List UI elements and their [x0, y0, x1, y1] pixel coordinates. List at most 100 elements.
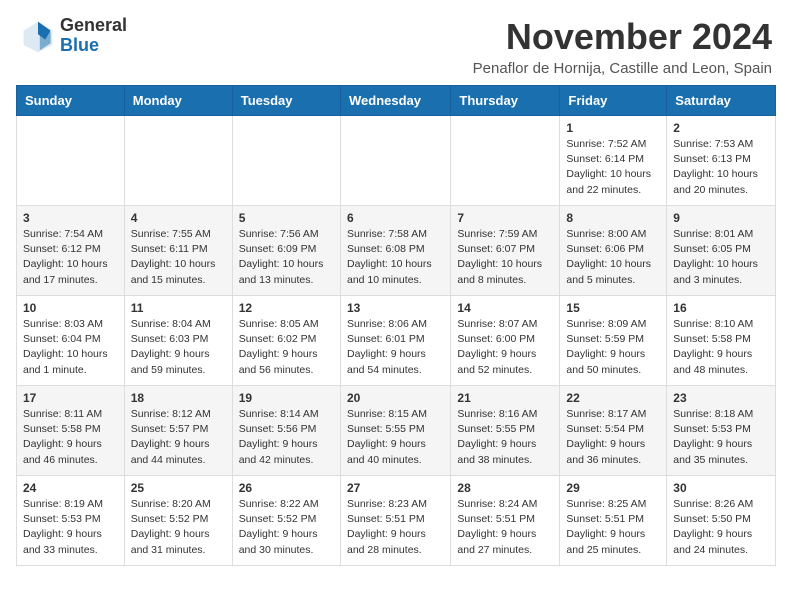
weekday-header-thursday: Thursday — [451, 86, 560, 116]
day-info: Sunrise: 7:52 AM Sunset: 6:14 PM Dayligh… — [566, 137, 660, 198]
day-info: Sunrise: 8:11 AM Sunset: 5:58 PM Dayligh… — [23, 407, 118, 468]
calendar-day-16: 16 Sunrise: 8:10 AM Sunset: 5:58 PM Dayli… — [667, 296, 776, 386]
calendar-day-14: 14 Sunrise: 8:07 AM Sunset: 6:00 PM Dayli… — [451, 296, 560, 386]
empty-day-cell — [232, 116, 340, 206]
calendar-day-27: 27 Sunrise: 8:23 AM Sunset: 5:51 PM Dayli… — [340, 476, 450, 566]
calendar-week-row: 10Sunrise: 8:03 AM Sunset: 6:04 PM Dayli… — [17, 296, 776, 386]
calendar-day-28: 28 Sunrise: 8:24 AM Sunset: 5:51 PM Dayli… — [451, 476, 560, 566]
calendar-week-row: 17 Sunrise: 8:11 AM Sunset: 5:58 PM Dayli… — [17, 386, 776, 476]
day-info: Sunrise: 8:07 AM Sunset: 6:00 PM Dayligh… — [457, 317, 553, 378]
day-number: 29 — [566, 481, 660, 495]
empty-day-cell — [451, 116, 560, 206]
day-info: Sunrise: 8:00 AM Sunset: 6:06 PM Dayligh… — [566, 227, 660, 288]
day-number: 23 — [673, 391, 769, 405]
calendar-day-12: 12Sunrise: 8:05 AM Sunset: 6:02 PM Dayli… — [232, 296, 340, 386]
logo: General Blue — [20, 16, 127, 56]
day-number: 28 — [457, 481, 553, 495]
day-info: Sunrise: 8:10 AM Sunset: 5:58 PM Dayligh… — [673, 317, 769, 378]
calendar-day-22: 22Sunrise: 8:17 AM Sunset: 5:54 PM Dayli… — [560, 386, 667, 476]
calendar-day-13: 13 Sunrise: 8:06 AM Sunset: 6:01 PM Dayli… — [340, 296, 450, 386]
day-info: Sunrise: 8:15 AM Sunset: 5:55 PM Dayligh… — [347, 407, 444, 468]
day-number: 7 — [457, 211, 553, 225]
day-number: 17 — [23, 391, 118, 405]
calendar-day-10: 10Sunrise: 8:03 AM Sunset: 6:04 PM Dayli… — [17, 296, 125, 386]
day-info: Sunrise: 8:22 AM Sunset: 5:52 PM Dayligh… — [239, 497, 334, 558]
day-number: 19 — [239, 391, 334, 405]
day-info: Sunrise: 8:14 AM Sunset: 5:56 PM Dayligh… — [239, 407, 334, 468]
day-info: Sunrise: 8:01 AM Sunset: 6:05 PM Dayligh… — [673, 227, 769, 288]
calendar-day-1: 1Sunrise: 7:52 AM Sunset: 6:14 PM Daylig… — [560, 116, 667, 206]
day-number: 24 — [23, 481, 118, 495]
day-info: Sunrise: 8:26 AM Sunset: 5:50 PM Dayligh… — [673, 497, 769, 558]
day-number: 9 — [673, 211, 769, 225]
day-number: 21 — [457, 391, 553, 405]
calendar-day-24: 24 Sunrise: 8:19 AM Sunset: 5:53 PM Dayli… — [17, 476, 125, 566]
calendar-day-15: 15Sunrise: 8:09 AM Sunset: 5:59 PM Dayli… — [560, 296, 667, 386]
day-info: Sunrise: 8:06 AM Sunset: 6:01 PM Dayligh… — [347, 317, 444, 378]
day-number: 5 — [239, 211, 334, 225]
day-number: 2 — [673, 121, 769, 135]
day-info: Sunrise: 8:19 AM Sunset: 5:53 PM Dayligh… — [23, 497, 118, 558]
day-info: Sunrise: 7:59 AM Sunset: 6:07 PM Dayligh… — [457, 227, 553, 288]
day-info: Sunrise: 8:09 AM Sunset: 5:59 PM Dayligh… — [566, 317, 660, 378]
calendar-week-row: 3 Sunrise: 7:54 AM Sunset: 6:12 PM Daylig… — [17, 206, 776, 296]
calendar-day-26: 26Sunrise: 8:22 AM Sunset: 5:52 PM Dayli… — [232, 476, 340, 566]
title-block: November 2024 Penaflor de Hornija, Casti… — [473, 16, 772, 77]
day-info: Sunrise: 7:58 AM Sunset: 6:08 PM Dayligh… — [347, 227, 444, 288]
calendar-day-23: 23 Sunrise: 8:18 AM Sunset: 5:53 PM Dayli… — [667, 386, 776, 476]
day-info: Sunrise: 8:03 AM Sunset: 6:04 PM Dayligh… — [23, 317, 118, 378]
day-number: 13 — [347, 301, 444, 315]
calendar-week-row: 24 Sunrise: 8:19 AM Sunset: 5:53 PM Dayli… — [17, 476, 776, 566]
day-info: Sunrise: 8:24 AM Sunset: 5:51 PM Dayligh… — [457, 497, 553, 558]
day-info: Sunrise: 7:55 AM Sunset: 6:11 PM Dayligh… — [131, 227, 226, 288]
day-info: Sunrise: 8:18 AM Sunset: 5:53 PM Dayligh… — [673, 407, 769, 468]
logo-general: General — [60, 16, 127, 36]
calendar-day-5: 5Sunrise: 7:56 AM Sunset: 6:09 PM Daylig… — [232, 206, 340, 296]
weekday-header-monday: Monday — [124, 86, 232, 116]
calendar-day-4: 4Sunrise: 7:55 AM Sunset: 6:11 PM Daylig… — [124, 206, 232, 296]
month-title: November 2024 — [473, 16, 772, 58]
calendar-day-9: 9 Sunrise: 8:01 AM Sunset: 6:05 PM Daylig… — [667, 206, 776, 296]
day-info: Sunrise: 7:53 AM Sunset: 6:13 PM Dayligh… — [673, 137, 769, 198]
day-number: 18 — [131, 391, 226, 405]
calendar-day-3: 3 Sunrise: 7:54 AM Sunset: 6:12 PM Daylig… — [17, 206, 125, 296]
day-info: Sunrise: 8:25 AM Sunset: 5:51 PM Dayligh… — [566, 497, 660, 558]
calendar-day-17: 17 Sunrise: 8:11 AM Sunset: 5:58 PM Dayli… — [17, 386, 125, 476]
calendar-day-21: 21 Sunrise: 8:16 AM Sunset: 5:55 PM Dayli… — [451, 386, 560, 476]
day-info: Sunrise: 8:16 AM Sunset: 5:55 PM Dayligh… — [457, 407, 553, 468]
calendar-table: SundayMondayTuesdayWednesdayThursdayFrid… — [16, 85, 776, 566]
day-number: 30 — [673, 481, 769, 495]
empty-day-cell — [340, 116, 450, 206]
day-info: Sunrise: 8:23 AM Sunset: 5:51 PM Dayligh… — [347, 497, 444, 558]
day-info: Sunrise: 7:54 AM Sunset: 6:12 PM Dayligh… — [23, 227, 118, 288]
day-number: 20 — [347, 391, 444, 405]
weekday-header-tuesday: Tuesday — [232, 86, 340, 116]
calendar-week-row: 1Sunrise: 7:52 AM Sunset: 6:14 PM Daylig… — [17, 116, 776, 206]
day-number: 22 — [566, 391, 660, 405]
day-number: 16 — [673, 301, 769, 315]
calendar-day-19: 19 Sunrise: 8:14 AM Sunset: 5:56 PM Dayli… — [232, 386, 340, 476]
weekday-header-sunday: Sunday — [17, 86, 125, 116]
day-info: Sunrise: 8:20 AM Sunset: 5:52 PM Dayligh… — [131, 497, 226, 558]
day-number: 6 — [347, 211, 444, 225]
day-info: Sunrise: 8:04 AM Sunset: 6:03 PM Dayligh… — [131, 317, 226, 378]
day-number: 27 — [347, 481, 444, 495]
calendar-day-11: 11 Sunrise: 8:04 AM Sunset: 6:03 PM Dayli… — [124, 296, 232, 386]
page-header: General Blue November 2024 Penaflor de H… — [0, 0, 792, 85]
logo-text: General Blue — [60, 16, 127, 56]
weekday-header-friday: Friday — [560, 86, 667, 116]
calendar-day-2: 2 Sunrise: 7:53 AM Sunset: 6:13 PM Daylig… — [667, 116, 776, 206]
weekday-header-row: SundayMondayTuesdayWednesdayThursdayFrid… — [17, 86, 776, 116]
logo-icon — [20, 18, 56, 54]
empty-day-cell — [17, 116, 125, 206]
day-number: 8 — [566, 211, 660, 225]
day-number: 3 — [23, 211, 118, 225]
empty-day-cell — [124, 116, 232, 206]
calendar-day-6: 6 Sunrise: 7:58 AM Sunset: 6:08 PM Daylig… — [340, 206, 450, 296]
day-number: 12 — [239, 301, 334, 315]
day-number: 11 — [131, 301, 226, 315]
day-info: Sunrise: 8:12 AM Sunset: 5:57 PM Dayligh… — [131, 407, 226, 468]
day-number: 14 — [457, 301, 553, 315]
calendar-day-8: 8 Sunrise: 8:00 AM Sunset: 6:06 PM Daylig… — [560, 206, 667, 296]
calendar-day-25: 25Sunrise: 8:20 AM Sunset: 5:52 PM Dayli… — [124, 476, 232, 566]
